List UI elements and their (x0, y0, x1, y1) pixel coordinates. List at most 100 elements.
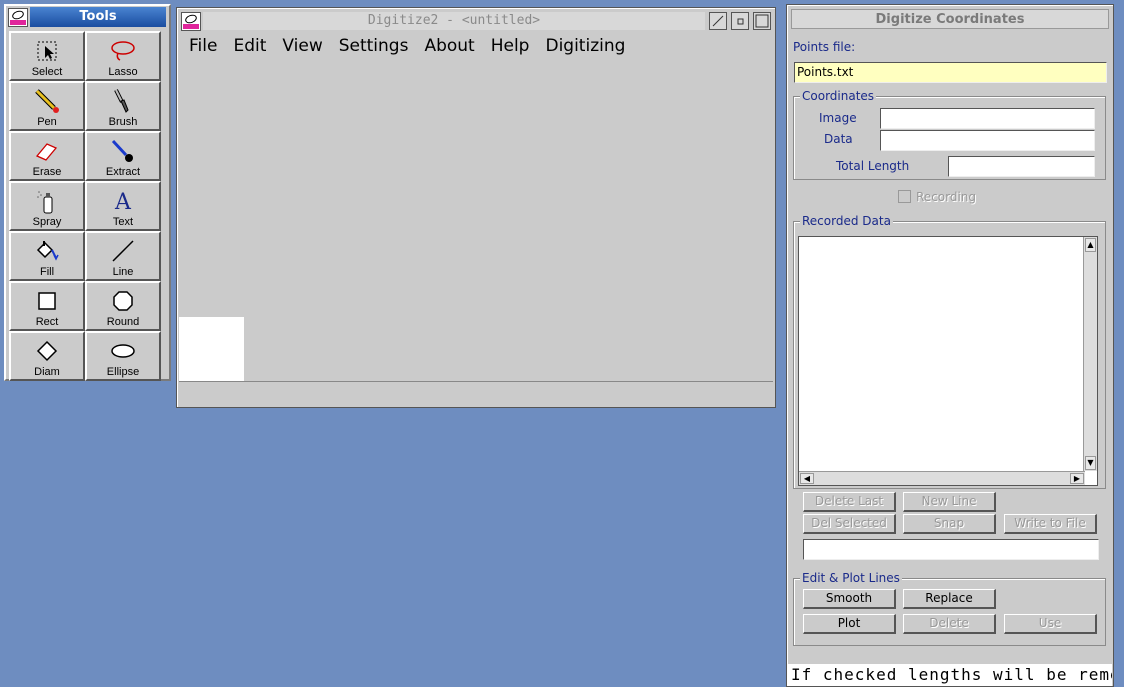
status-bar (179, 381, 773, 405)
tool-select[interactable]: Select (9, 31, 85, 81)
tool-round[interactable]: Round (85, 281, 161, 331)
recorded-data-list[interactable]: ▲ ▼ ◀ ▶ (798, 236, 1098, 486)
tool-pen[interactable]: Pen (9, 81, 85, 131)
text-icon: A (114, 190, 132, 214)
data-coord-field[interactable] (880, 130, 1095, 151)
eraser-icon (35, 143, 58, 161)
tool-text[interactable]: A Text (85, 181, 161, 231)
write-to-file-button[interactable]: Write to File (1004, 514, 1097, 534)
iconify-button[interactable] (709, 12, 727, 30)
horizontal-scrollbar[interactable]: ◀ ▶ (799, 471, 1085, 485)
image-label: Image (819, 111, 857, 125)
use-button[interactable]: Use (1004, 614, 1097, 634)
scroll-up-icon[interactable]: ▲ (1085, 238, 1096, 252)
tool-label: Fill (39, 266, 55, 278)
image-canvas[interactable] (179, 317, 244, 381)
tool-label: Ellipse (106, 366, 140, 378)
line-icon (112, 240, 134, 262)
extract-icon (111, 139, 133, 162)
diamond-icon (36, 340, 58, 362)
menu-file[interactable]: File (181, 36, 225, 56)
coords-title: Digitize Coordinates (791, 9, 1109, 29)
delete-last-button[interactable]: Delete Last (803, 492, 896, 512)
recording-label: Recording (916, 190, 977, 204)
spray-icon (37, 191, 53, 214)
scroll-right-icon[interactable]: ▶ (1070, 473, 1084, 484)
restore-icon (737, 18, 744, 25)
tool-line[interactable]: Line (85, 231, 161, 281)
coordinates-group-title: Coordinates (800, 89, 877, 103)
tools-titlebar[interactable]: Tools (6, 6, 169, 28)
rect-icon (38, 292, 56, 310)
tool-label: Erase (32, 166, 62, 178)
recorded-data-group-title: Recorded Data (800, 214, 893, 228)
total-length-label: Total Length (836, 159, 910, 173)
menu-about[interactable]: About (416, 36, 482, 56)
coords-titlebar[interactable]: Digitize Coordinates (791, 8, 1109, 30)
tool-diam[interactable]: Diam (9, 331, 85, 381)
tool-ellipse[interactable]: Ellipse (85, 331, 161, 381)
scroll-down-icon[interactable]: ▼ (1085, 456, 1096, 470)
scroll-left-icon[interactable]: ◀ (800, 473, 814, 484)
round-rect-icon (113, 291, 133, 311)
ellipse-icon (111, 344, 135, 358)
tool-rect[interactable]: Rect (9, 281, 85, 331)
tool-brush[interactable]: Brush (85, 81, 161, 131)
coords-window: Digitize Coordinates Points file: Points… (786, 4, 1114, 687)
tool-label: Text (112, 216, 134, 228)
replace-button[interactable]: Replace (903, 589, 996, 609)
tool-label: Line (112, 266, 134, 278)
message-field[interactable] (803, 539, 1099, 560)
select-icon (37, 41, 57, 61)
recorded-data-group: Recorded Data ▲ ▼ ◀ ▶ (793, 214, 1106, 489)
edit-plot-group-title: Edit & Plot Lines (800, 571, 902, 585)
tool-label: Lasso (108, 66, 138, 78)
delete-button[interactable]: Delete (903, 614, 996, 634)
maximize-icon (755, 14, 769, 28)
app-icon[interactable] (181, 11, 201, 31)
tool-fill[interactable]: Fill (9, 231, 85, 281)
tool-label: Pen (37, 116, 57, 128)
menu-view[interactable]: View (274, 36, 330, 56)
image-coord-field[interactable] (880, 108, 1095, 129)
maximize-button[interactable] (753, 12, 771, 30)
tool-grid: Select Lasso Pen Brush Erase Extract Spr… (9, 31, 161, 381)
restore-button[interactable] (731, 12, 749, 30)
tool-erase[interactable]: Erase (9, 131, 85, 181)
main-window: Digitize2 - <untitled> File Edit View Se… (176, 7, 776, 408)
tool-label: Spray (32, 216, 62, 228)
window-title: Digitize2 - <untitled> (203, 12, 705, 30)
total-length-field[interactable] (948, 156, 1095, 177)
tool-label: Round (106, 316, 140, 328)
app-icon[interactable] (8, 7, 28, 27)
tool-spray[interactable]: Spray (9, 181, 85, 231)
svg-text:A: A (114, 190, 132, 214)
tool-lasso[interactable]: Lasso (85, 31, 161, 81)
plot-button[interactable]: Plot (803, 614, 896, 634)
points-file-input[interactable]: Points.txt (794, 62, 1107, 83)
pen-icon (35, 89, 59, 113)
menu-digitizing[interactable]: Digitizing (537, 36, 633, 56)
menu-bar: File Edit View Settings About Help Digit… (181, 33, 771, 59)
main-titlebar[interactable]: Digitize2 - <untitled> (177, 10, 775, 32)
menu-edit[interactable]: Edit (225, 36, 274, 56)
menu-help[interactable]: Help (483, 36, 538, 56)
vertical-scrollbar[interactable]: ▲ ▼ (1083, 237, 1097, 471)
canvas-area[interactable] (179, 63, 773, 381)
tool-extract[interactable]: Extract (85, 131, 161, 181)
brush-icon (114, 89, 129, 113)
snap-button[interactable]: Snap (903, 514, 996, 534)
menu-settings[interactable]: Settings (331, 36, 417, 56)
tool-label: Brush (108, 116, 138, 128)
del-selected-button[interactable]: Del Selected (803, 514, 896, 534)
tool-label: Extract (105, 166, 141, 178)
new-line-button[interactable]: New Line (903, 492, 996, 512)
recording-checkbox[interactable] (898, 190, 911, 203)
points-file-label: Points file: (793, 40, 856, 54)
tools-window: Tools Select Lasso Pen Brush Erase Extra… (4, 4, 171, 381)
tool-label: Rect (35, 316, 59, 328)
coordinates-group: Coordinates Image Data Total Length (793, 89, 1106, 180)
tool-label: Select (31, 66, 63, 78)
lasso-icon (111, 41, 135, 61)
smooth-button[interactable]: Smooth (803, 589, 896, 609)
